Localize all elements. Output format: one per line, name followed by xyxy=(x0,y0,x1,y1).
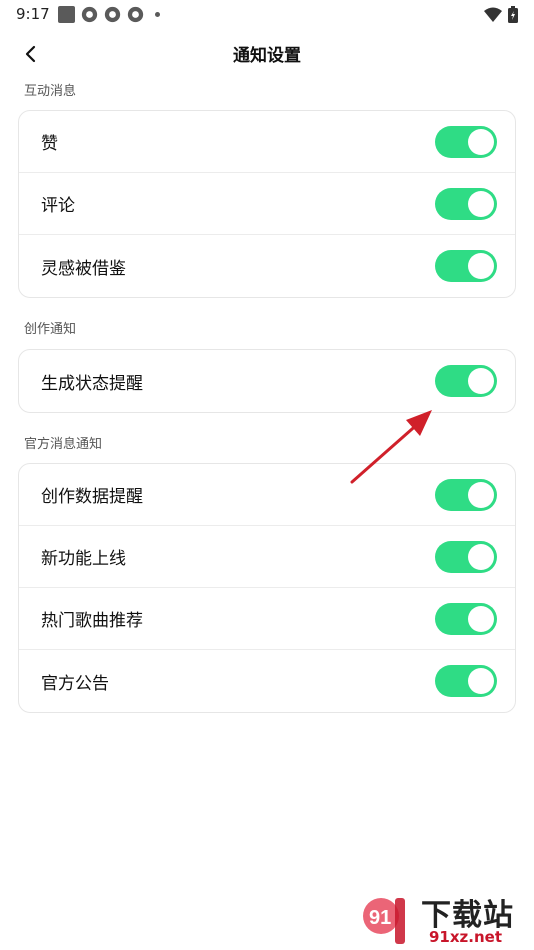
setting-label: 热门歌曲推荐 xyxy=(41,611,143,631)
toggle-like[interactable] xyxy=(435,125,497,158)
battery-icon xyxy=(508,6,518,23)
setting-label: 赞 xyxy=(41,134,58,154)
section-label-creation: 创作通知 xyxy=(24,322,77,337)
setting-label: 创作数据提醒 xyxy=(41,487,143,507)
toggle-creation-data[interactable] xyxy=(435,478,497,511)
watermark-site: 91xz.net xyxy=(429,928,503,946)
toggle-inspiration-borrowed[interactable] xyxy=(435,250,497,282)
setting-label: 评论 xyxy=(41,196,75,216)
setting-row-generation-status: 生成状态提醒 xyxy=(19,350,515,412)
app-notification-icon xyxy=(58,6,75,23)
watermark: 91 下载站 91xz.net xyxy=(359,890,534,950)
watermark-logo-icon: 91 xyxy=(363,898,405,944)
setting-row-hot-songs: 热门歌曲推荐 xyxy=(19,588,515,650)
system-icons xyxy=(484,6,518,23)
notification-icons xyxy=(58,6,160,23)
wifi-icon xyxy=(484,7,502,22)
setting-label: 生成状态提醒 xyxy=(41,373,143,394)
watermark-logo-text: 91 xyxy=(369,907,391,929)
section-label-official: 官方消息通知 xyxy=(24,437,103,452)
setting-row-inspiration-borrowed: 灵感被借鉴 xyxy=(19,235,515,297)
setting-row-comment: 评论 xyxy=(19,173,515,235)
app-notification-icon xyxy=(81,6,98,23)
card-creation: 生成状态提醒 xyxy=(18,349,516,413)
toggle-knob xyxy=(468,190,494,217)
toggle-hot-songs[interactable] xyxy=(435,602,497,635)
card-interaction: 赞 评论 灵感被借鉴 xyxy=(18,110,516,298)
annotation-arrow-icon xyxy=(350,410,432,484)
setting-label: 灵感被借鉴 xyxy=(41,258,126,279)
toggle-generation-status[interactable] xyxy=(435,365,497,397)
setting-row-official-announcement: 官方公告 xyxy=(19,650,515,712)
page-header: 通知设置 xyxy=(0,32,534,76)
toggle-knob xyxy=(468,253,494,279)
page-title: 通知设置 xyxy=(233,46,301,66)
setting-row-new-feature: 新功能上线 xyxy=(19,526,515,588)
toggle-knob xyxy=(468,605,494,632)
card-official: 创作数据提醒 新功能上线 热门歌曲推荐 官方公告 xyxy=(18,463,516,713)
more-notifications-dot-icon xyxy=(155,12,160,17)
toggle-knob xyxy=(468,543,494,570)
toggle-knob xyxy=(468,668,494,694)
setting-label: 新功能上线 xyxy=(41,549,126,569)
app-notification-icon xyxy=(127,6,144,23)
toggle-new-feature[interactable] xyxy=(435,540,497,573)
setting-label: 官方公告 xyxy=(41,673,109,694)
status-bar: 9:17 xyxy=(0,0,534,30)
toggle-comment[interactable] xyxy=(435,187,497,220)
toggle-knob xyxy=(468,128,494,155)
section-label-interaction: 互动消息 xyxy=(24,84,77,99)
toggle-knob xyxy=(468,368,494,394)
toggle-official-announcement[interactable] xyxy=(435,665,497,697)
app-notification-icon xyxy=(104,6,121,23)
setting-row-creation-data: 创作数据提醒 xyxy=(19,464,515,526)
setting-row-like: 赞 xyxy=(19,111,515,173)
toggle-knob xyxy=(468,481,494,508)
status-time: 9:17 xyxy=(16,5,50,23)
